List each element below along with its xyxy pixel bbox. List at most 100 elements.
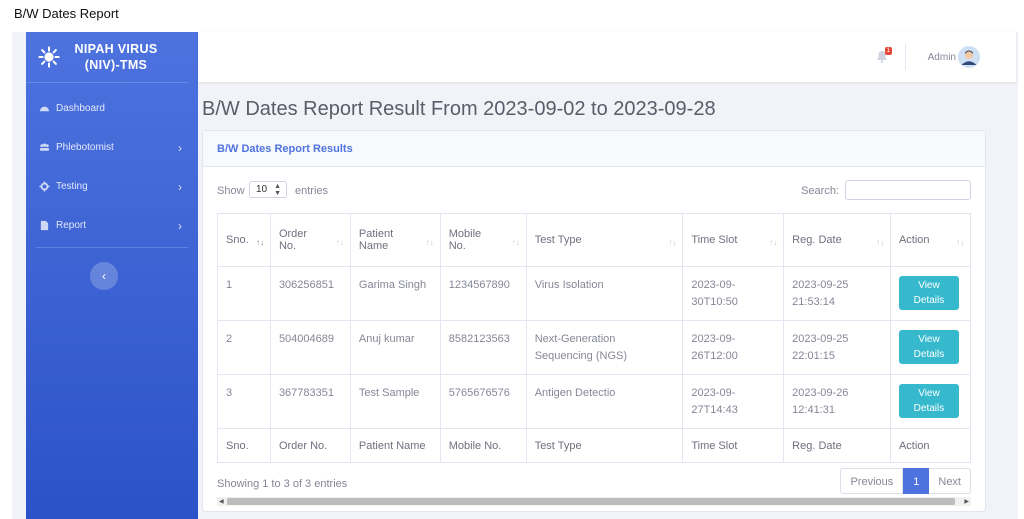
- sidebar-item-testing[interactable]: Testing ›: [26, 167, 198, 206]
- user-name[interactable]: Admin: [928, 52, 956, 63]
- search-label: Search:: [801, 185, 839, 197]
- column-header-test-type[interactable]: Test Type ↑↓: [525, 213, 684, 267]
- sidebar-item-dashboard[interactable]: Dashboard: [26, 89, 198, 128]
- sort-icon: ↑↓: [425, 238, 434, 247]
- select-arrows-icon: ▲ ▼: [274, 183, 281, 197]
- alert-count-badge: 1: [884, 47, 892, 55]
- footer-mobile-no: Mobile No.: [439, 428, 527, 463]
- column-header-sno[interactable]: Sno. ↑↓: [217, 213, 271, 267]
- horizontal-scrollbar[interactable]: ◀ ▶: [217, 497, 971, 506]
- cell-reg-date: 2023-09-25 22:01:15: [783, 320, 891, 375]
- sidebar-item-label: Testing: [56, 181, 88, 192]
- cell-reg-date: 2023-09-25 21:53:14: [783, 266, 891, 321]
- cell-test-type: Next-Generation Sequencing (NGS): [525, 320, 684, 375]
- cell-sno: 2: [217, 320, 271, 375]
- page-1-button[interactable]: 1: [903, 468, 930, 494]
- cell-order-no: 367783351: [269, 374, 351, 429]
- scroll-right-icon[interactable]: ▶: [964, 498, 969, 505]
- column-header-action[interactable]: Action ↑↓: [889, 213, 972, 267]
- footer-test-type: Test Type: [525, 428, 684, 463]
- sort-icon: ↑↓: [335, 238, 344, 247]
- table-row: 3 367783351 Test Sample 5765676576 Antig…: [217, 374, 972, 429]
- view-details-button[interactable]: View Details: [898, 276, 959, 310]
- table-header-row: Sno. ↑↓ Order No. ↑↓ Patient Name ↑↓ Mobile No…: [217, 213, 972, 267]
- column-header-time-slot[interactable]: Time Slot ↑↓: [682, 213, 785, 267]
- cell-patient-name: Garima Singh: [349, 266, 441, 321]
- users-icon: [39, 143, 50, 151]
- chevron-right-icon: ›: [178, 180, 182, 194]
- show-label: Show: [217, 185, 245, 197]
- column-header-mobile-no[interactable]: Mobile No. ↑↓: [439, 213, 527, 267]
- sort-icon: ↑↓: [255, 238, 264, 247]
- cell-reg-date: 2023-09-26 12:41:31: [783, 374, 891, 429]
- topbar-divider: [905, 44, 906, 70]
- cell-action: View Details: [889, 374, 972, 429]
- report-table: Sno. ↑↓ Order No. ↑↓ Patient Name ↑↓ Mobile No…: [217, 213, 972, 463]
- view-details-button[interactable]: View Details: [898, 384, 959, 418]
- cell-test-type: Virus Isolation: [525, 266, 684, 321]
- brand-name: NIPAH VIRUS (NIV)-TMS: [68, 41, 164, 73]
- entries-length-value: 10: [256, 184, 268, 195]
- table-row: 1 306256851 Garima Singh 1234567890 Viru…: [217, 266, 972, 321]
- sidebar-item-label: Phlebotomist: [56, 142, 114, 153]
- sidebar-divider: [36, 247, 188, 248]
- footer-time-slot: Time Slot: [682, 428, 785, 463]
- brand[interactable]: NIPAH VIRUS (NIV)-TMS: [26, 32, 188, 83]
- sidebar-item-phlebotomist[interactable]: Phlebotomist ›: [26, 128, 198, 167]
- scroll-left-icon[interactable]: ◀: [219, 498, 224, 505]
- footer-sno: Sno.: [217, 428, 271, 463]
- search-input[interactable]: [845, 180, 971, 200]
- cell-order-no: 504004689: [269, 320, 351, 375]
- chevron-right-icon: ›: [178, 219, 182, 233]
- next-page-button[interactable]: Next: [929, 468, 971, 494]
- entries-label: entries: [295, 185, 329, 197]
- cell-mobile: 1234567890: [439, 266, 527, 321]
- previous-page-button[interactable]: Previous: [840, 468, 904, 494]
- virus-icon: [38, 46, 60, 68]
- cell-sno: 1: [217, 266, 271, 321]
- cell-patient-name: Test Sample: [349, 374, 441, 429]
- footer-reg-date: Reg. Date: [783, 428, 891, 463]
- chevron-right-icon: ›: [178, 141, 182, 155]
- cell-time-slot: 2023-09- 30T10:50: [682, 266, 785, 321]
- entries-length-select[interactable]: 10 ▲ ▼: [249, 181, 287, 198]
- column-header-reg-date[interactable]: Reg. Date ↑↓: [783, 213, 891, 267]
- pagination: Previous 1 Next: [840, 468, 971, 494]
- avatar[interactable]: [958, 46, 980, 68]
- footer-patient-name: Patient Name: [349, 428, 441, 463]
- sort-icon: ↑↓: [875, 238, 884, 247]
- sort-icon: ↑↓: [769, 238, 778, 247]
- sidebar-item-label: Report: [56, 220, 87, 231]
- sort-icon: ↑↓: [956, 238, 964, 247]
- sort-icon: ↑↓: [668, 238, 677, 247]
- cell-time-slot: 2023-09- 27T14:43: [682, 374, 785, 429]
- table-row: 2 504004689 Anuj kumar 8582123563 Next-G…: [217, 320, 972, 375]
- page-title: B/W Dates Report Result From 2023-09-02 …: [202, 98, 716, 120]
- topbar: 1 Admin: [198, 32, 1016, 82]
- scrollbar-thumb[interactable]: [227, 498, 955, 505]
- cell-mobile: 8582123563: [439, 320, 527, 375]
- cell-action: View Details: [889, 266, 972, 321]
- cell-mobile: 5765676576: [439, 374, 527, 429]
- brand-line-2: (NIV)-TMS: [84, 58, 148, 72]
- footer-action: Action: [889, 428, 972, 463]
- sidebar-toggle-button[interactable]: ‹: [90, 262, 118, 290]
- cell-patient-name: Anuj kumar: [349, 320, 441, 375]
- view-details-button[interactable]: View Details: [898, 330, 959, 364]
- sidebar-item-report[interactable]: Report ›: [26, 206, 198, 245]
- footer-order-no: Order No.: [269, 428, 351, 463]
- column-header-patient-name[interactable]: Patient Name ↑↓: [349, 213, 441, 267]
- document-caption: B/W Dates Report: [14, 6, 119, 21]
- chevron-left-icon: ‹: [102, 269, 106, 283]
- gear-icon: [39, 181, 50, 192]
- cell-sno: 3: [217, 374, 271, 429]
- cell-action: View Details: [889, 320, 972, 375]
- column-header-order-no[interactable]: Order No. ↑↓: [269, 213, 351, 267]
- file-icon: [40, 220, 49, 231]
- cell-order-no: 306256851: [269, 266, 351, 321]
- sidebar-item-label: Dashboard: [56, 103, 105, 114]
- table-footer-row: Sno. Order No. Patient Name Mobile No. T…: [217, 428, 972, 463]
- brand-line-1: NIPAH VIRUS: [74, 42, 158, 56]
- sort-icon: ↑↓: [511, 238, 520, 247]
- user-avatar-icon: [958, 46, 980, 68]
